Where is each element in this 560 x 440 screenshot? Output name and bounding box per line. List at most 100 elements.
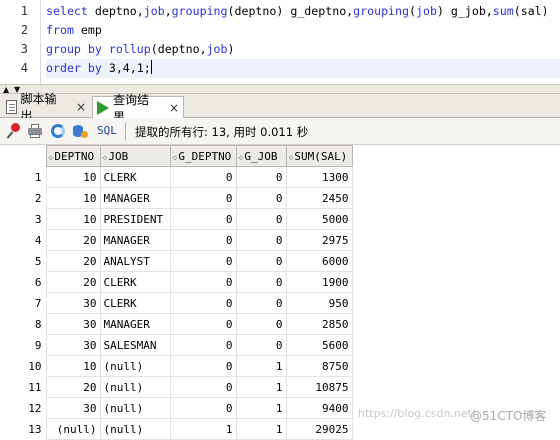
table-row[interactable]: 10 10 (null) 0 1 8750 [0,355,353,377]
cell-deptno[interactable]: 10 [45,187,101,209]
cell-job[interactable]: PRESIDENT [99,208,171,230]
column-header-deptno[interactable]: ◇DEPTNO [45,145,101,167]
cell-g-deptno[interactable]: 0 [169,292,237,314]
cell-sum-sal[interactable]: 9400 [285,397,353,419]
cell-deptno[interactable]: 20 [45,271,101,293]
table-row[interactable]: 11 20 (null) 0 1 10875 [0,376,353,398]
cell-g-deptno[interactable]: 0 [169,334,237,356]
close-icon[interactable]: × [76,100,86,114]
cell-sum-sal[interactable]: 29025 [285,418,353,440]
cell-g-deptno[interactable]: 1 [169,418,237,440]
cell-sum-sal[interactable]: 2975 [285,229,353,251]
cell-sum-sal[interactable]: 1900 [285,271,353,293]
cell-sum-sal[interactable]: 6000 [285,250,353,272]
print-icon[interactable] [27,123,43,139]
table-row[interactable]: 13 (null) (null) 1 1 29025 [0,418,353,440]
cell-g-deptno[interactable]: 0 [169,313,237,335]
table-row[interactable]: 1 10 CLERK 0 0 1300 [0,166,353,188]
close-icon[interactable]: × [169,101,179,115]
column-header-g-deptno[interactable]: ◇G_DEPTNO [169,145,237,167]
cell-g-deptno[interactable]: 0 [169,229,237,251]
cell-job[interactable]: MANAGER [99,313,171,335]
collapse-up-icon[interactable]: ▲ [3,86,9,94]
cell-g-job[interactable]: 0 [235,250,287,272]
code-line[interactable]: group by rollup(deptno,job) [46,40,235,59]
cell-g-job[interactable]: 1 [235,376,287,398]
cell-g-job[interactable]: 0 [235,271,287,293]
table-row[interactable]: 3 10 PRESIDENT 0 0 5000 [0,208,353,230]
cell-g-deptno[interactable]: 0 [169,166,237,188]
code-line[interactable]: from emp [46,21,102,40]
cell-job[interactable]: CLERK [99,166,171,188]
column-header-sum-sal[interactable]: ◇SUM(SAL) [285,145,353,167]
cell-sum-sal[interactable]: 5000 [285,208,353,230]
cell-g-job[interactable]: 1 [235,397,287,419]
cell-g-deptno[interactable]: 0 [169,271,237,293]
refresh-icon[interactable] [50,123,66,139]
cell-sum-sal[interactable]: 2450 [285,187,353,209]
cell-deptno[interactable]: 10 [45,208,101,230]
cell-job[interactable]: (null) [99,376,171,398]
cell-job[interactable]: MANAGER [99,229,171,251]
cell-job[interactable]: CLERK [99,271,171,293]
table-row[interactable]: 4 20 MANAGER 0 0 2975 [0,229,353,251]
cell-g-job[interactable]: 1 [235,355,287,377]
collapse-down-icon[interactable]: ▼ [14,86,20,94]
sql-editor[interactable]: 1 2 3 4 select deptno,job,grouping(deptn… [0,0,560,84]
cell-job[interactable]: SALESMAN [99,334,171,356]
cell-g-job[interactable]: 0 [235,313,287,335]
table-row[interactable]: 5 20 ANALYST 0 0 6000 [0,250,353,272]
cell-g-job[interactable]: 0 [235,229,287,251]
cell-job[interactable]: (null) [99,355,171,377]
cell-g-deptno[interactable]: 0 [169,355,237,377]
cell-g-job[interactable]: 0 [235,166,287,188]
code-line[interactable]: select deptno,job,grouping(deptno) g_dep… [46,2,549,21]
cell-g-job[interactable]: 0 [235,187,287,209]
cell-sum-sal[interactable]: 1300 [285,166,353,188]
cell-deptno[interactable]: 10 [45,355,101,377]
cell-job[interactable]: ANALYST [99,250,171,272]
pin-icon[interactable] [6,123,22,139]
cell-sum-sal[interactable]: 10875 [285,376,353,398]
tab-script-output[interactable]: 脚本输出 × [2,92,90,123]
cell-deptno[interactable]: 10 [45,166,101,188]
pane-splitter[interactable]: ▲ ▼ [0,84,560,94]
cell-deptno[interactable]: 20 [45,250,101,272]
cell-job[interactable]: (null) [99,418,171,440]
cell-deptno[interactable]: 20 [45,229,101,251]
table-row[interactable]: 8 30 MANAGER 0 0 2850 [0,313,353,335]
cell-g-deptno[interactable]: 0 [169,397,237,419]
cell-g-deptno[interactable]: 0 [169,187,237,209]
cell-g-deptno[interactable]: 0 [169,376,237,398]
table-row[interactable]: 12 30 (null) 0 1 9400 [0,397,353,419]
cell-deptno[interactable]: 20 [45,376,101,398]
tab-query-result[interactable]: 查询结果 × [92,93,184,124]
cell-job[interactable]: CLERK [99,292,171,314]
cell-g-job[interactable]: 0 [235,334,287,356]
table-row[interactable]: 7 30 CLERK 0 0 950 [0,292,353,314]
column-header-g-job[interactable]: ◇G_JOB [235,145,287,167]
code-line-current[interactable]: order by 3,4,1; [46,59,560,78]
cell-deptno[interactable]: 30 [45,397,101,419]
sql-button[interactable]: SQL [97,124,117,137]
cell-job[interactable]: (null) [99,397,171,419]
result-grid[interactable]: ◇DEPTNO ◇JOB ◇G_DEPTNO ◇G_JOB ◇SUM(SAL) … [0,145,560,440]
cell-sum-sal[interactable]: 950 [285,292,353,314]
table-row[interactable]: 6 20 CLERK 0 0 1900 [0,271,353,293]
cell-deptno[interactable]: 30 [45,292,101,314]
cell-deptno[interactable]: 30 [45,334,101,356]
cell-g-job[interactable]: 1 [235,418,287,440]
cell-g-job[interactable]: 0 [235,208,287,230]
column-header-job[interactable]: ◇JOB [99,145,171,167]
cell-g-job[interactable]: 0 [235,292,287,314]
cell-g-deptno[interactable]: 0 [169,250,237,272]
cell-sum-sal[interactable]: 2850 [285,313,353,335]
cell-sum-sal[interactable]: 8750 [285,355,353,377]
cell-sum-sal[interactable]: 5600 [285,334,353,356]
database-settings-icon[interactable] [72,123,88,139]
cell-deptno[interactable]: 30 [45,313,101,335]
table-row[interactable]: 9 30 SALESMAN 0 0 5600 [0,334,353,356]
cell-g-deptno[interactable]: 0 [169,208,237,230]
table-row[interactable]: 2 10 MANAGER 0 0 2450 [0,187,353,209]
cell-deptno[interactable]: (null) [45,418,101,440]
